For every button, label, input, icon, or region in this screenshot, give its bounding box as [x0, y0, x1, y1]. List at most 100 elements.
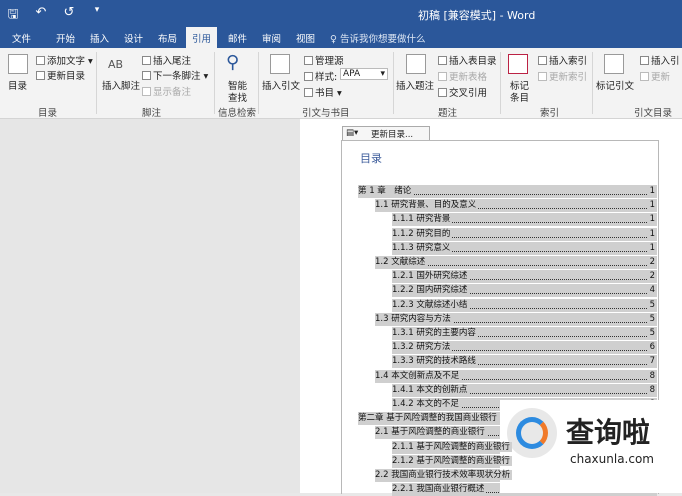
toc-entry[interactable]: 1.1.3 研究意义 1 — [392, 241, 657, 255]
next-footnote-button[interactable]: 下一条脚注 ▾ — [142, 68, 208, 82]
manage-sources-icon — [304, 56, 313, 65]
cross-reference-label: 交叉引用 — [449, 88, 488, 99]
add-text-button[interactable]: 添加文字 ▾ — [36, 53, 93, 67]
toc-entry-page: 1 — [649, 186, 655, 196]
insert-index-label: 插入索引 — [549, 56, 588, 67]
toc-entry-text: 1.1.3 研究意义 — [392, 242, 453, 253]
insert-footnote-icon: AB — [108, 58, 124, 71]
toc-entry-page: 1 — [649, 228, 655, 239]
toc-entry[interactable]: 1.2 文献综述 2 — [375, 256, 657, 269]
group-label-index: 索引 — [540, 108, 560, 119]
insert-index-button[interactable]: 插入索引 — [538, 53, 587, 67]
insert-caption-icon — [406, 54, 426, 74]
tell-me-search[interactable]: ♀ 告诉我你想要做什么 — [330, 31, 425, 45]
bibliography-icon — [304, 88, 313, 97]
mark-citation-icon — [604, 54, 624, 74]
toc-entry-text: 1.4 本文创新点及不足 — [375, 370, 462, 381]
show-notes-label: 显示备注 — [153, 87, 192, 98]
cross-reference-button[interactable]: 交叉引用 — [438, 85, 487, 99]
show-notes-button[interactable]: 显示备注 — [142, 84, 191, 98]
manage-sources-button[interactable]: 管理源 — [304, 53, 344, 67]
toc-entry-page: 2 — [649, 257, 655, 267]
update-index-button[interactable]: 更新索引 — [538, 69, 587, 83]
citation-style-select[interactable]: APA ▾ — [340, 68, 388, 80]
toc-entry-text: 1.4.2 本文的不足 — [392, 399, 461, 409]
toc-menu-icon[interactable]: ▤▾ — [346, 128, 358, 138]
mark-entry-button-line2[interactable]: 条目 — [510, 90, 529, 104]
toc-entry[interactable]: 1.1.2 研究目的 1 — [392, 227, 657, 241]
toc-entry-page: 1 — [649, 242, 655, 253]
tab-references[interactable]: 引用 — [186, 27, 218, 48]
insert-table-of-authorities-label: 插入引 — [651, 56, 680, 67]
save-icon[interactable]: 🖫 — [6, 5, 20, 27]
tab-layout[interactable]: 布局 — [158, 31, 177, 45]
toc-entry[interactable]: 1.1 研究背景、目的及意义 1 — [375, 199, 657, 213]
update-table-button[interactable]: 更新表格 — [438, 69, 487, 83]
toc-entry[interactable]: 1.3 研究内容与方法 5 — [375, 312, 657, 326]
update-table-icon — [438, 72, 447, 81]
tab-home[interactable]: 开始 — [56, 31, 75, 45]
toc-entry-page: 8 — [649, 370, 655, 381]
toc-entry-text: 1.2 文献综述 — [375, 257, 428, 267]
toc-entry[interactable]: 第 1 章 绪论 1 — [358, 185, 657, 198]
toc-entry[interactable]: 1.3.2 研究方法 6 — [392, 341, 657, 355]
group-label-authorities: 引文目录 — [634, 108, 673, 119]
group-label-research: 信息检索 — [218, 108, 257, 119]
update-table-of-authorities-button[interactable]: 更新 — [640, 69, 670, 83]
insert-caption-button[interactable]: 插入题注 — [396, 78, 434, 92]
undo-icon[interactable]: ↶ — [34, 5, 48, 27]
tab-design[interactable]: 设计 — [124, 31, 143, 45]
add-text-icon — [36, 56, 45, 65]
toc-entry[interactable]: 1.3.3 研究的技术路线 7 — [392, 355, 657, 369]
mark-citation-button[interactable]: 标记引文 — [596, 78, 634, 92]
ribbon-tabs: 文件 开始 插入 设计 布局 引用 邮件 审阅 视图 ♀ 告诉我你想要做什么 — [0, 27, 682, 48]
toc-entry-text: 1.4.1 本文的创新点 — [392, 384, 470, 395]
tab-file[interactable]: 文件 — [12, 31, 31, 45]
tab-view[interactable]: 视图 — [296, 31, 315, 45]
table-of-figures-icon — [438, 56, 447, 65]
toc-entry[interactable]: 1.3.1 研究的主要内容 5 — [392, 327, 657, 340]
insert-table-of-figures-button[interactable]: 插入表目录 — [438, 53, 497, 67]
toc-entry-page: 6 — [649, 342, 655, 353]
toc-entry[interactable]: 1.1.1 研究背景 1 — [392, 213, 657, 227]
toc-button[interactable]: 目录 — [8, 78, 27, 92]
toc-update-button[interactable]: 更新目录... — [371, 128, 413, 140]
customize-qat-icon[interactable]: ▾ — [90, 5, 104, 27]
toc-entry[interactable]: 1.4.1 本文的创新点 8 — [392, 383, 657, 397]
toc-entry[interactable]: 1.2.2 国内研究综述 4 — [392, 284, 657, 298]
toc-entry[interactable]: 1.2.3 文献综述小结 5 — [392, 298, 657, 312]
style-icon — [304, 72, 313, 81]
table-of-authorities-icon — [640, 56, 649, 65]
tab-insert[interactable]: 插入 — [90, 31, 109, 45]
separator — [258, 52, 259, 114]
group-label-captions: 题注 — [438, 108, 458, 119]
insert-citation-button[interactable]: 插入引文 — [262, 78, 300, 92]
toc-entry-page: 2 — [649, 271, 655, 282]
tab-review[interactable]: 审阅 — [262, 31, 281, 45]
chevron-down-icon: ▾ — [380, 69, 385, 79]
bibliography-button[interactable]: 书目 ▾ — [304, 85, 342, 99]
smart-lookup-button-line2[interactable]: 查找 — [228, 90, 247, 104]
redo-icon[interactable]: ↺ — [62, 5, 76, 27]
next-footnote-label: 下一条脚注 ▾ — [153, 71, 209, 82]
toc-entry-text: 1.3.2 研究方法 — [392, 342, 453, 353]
add-text-label: 添加文字 ▾ — [47, 56, 93, 67]
mark-entry-icon — [508, 54, 528, 74]
toc-entry-text: 2.1.2 基于风险调整的商业银行 — [392, 455, 512, 466]
toc-entry[interactable]: 1.2.1 国外研究综述 2 — [392, 270, 657, 284]
toc-entry[interactable]: 1.4 本文创新点及不足 8 — [375, 369, 657, 383]
toc-entry-text: 1.3 研究内容与方法 — [375, 313, 453, 324]
tab-mailings[interactable]: 邮件 — [228, 31, 247, 45]
manage-sources-label: 管理源 — [315, 56, 344, 67]
group-label-footnote: 脚注 — [142, 108, 162, 119]
insert-footnote-button[interactable]: 插入脚注 — [102, 78, 140, 92]
toc-entry-page: 1 — [649, 200, 655, 211]
update-table-label: 更新表格 — [449, 72, 488, 83]
group-label-citations: 引文与书目 — [302, 108, 350, 119]
update-index-icon — [538, 72, 547, 81]
bibliography-label: 书目 ▾ — [315, 88, 342, 99]
insert-endnote-button[interactable]: 插入尾注 — [142, 53, 191, 67]
toc-entry-page: 7 — [649, 356, 655, 367]
update-toc-button[interactable]: 更新目录 — [36, 68, 85, 82]
insert-table-of-authorities-button[interactable]: 插入引 — [640, 53, 680, 67]
